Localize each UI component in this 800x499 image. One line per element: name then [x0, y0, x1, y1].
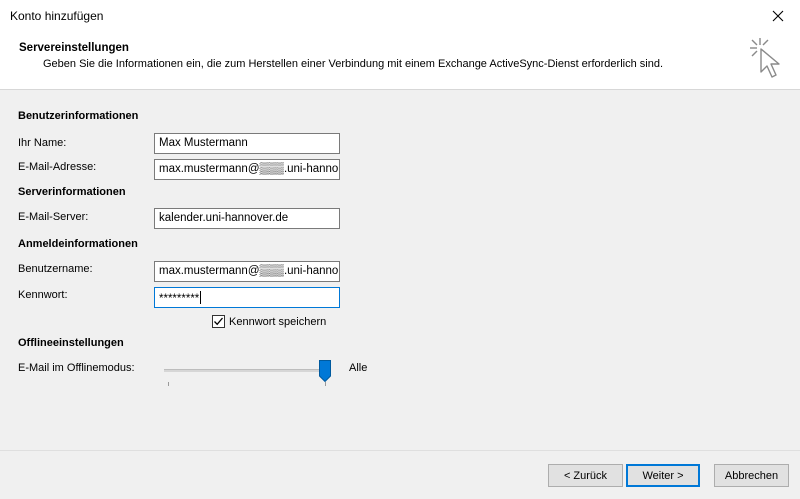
name-label: Ihr Name:	[18, 137, 67, 149]
section-login-info: Anmeldeinformationen	[18, 238, 138, 250]
server-field[interactable]: kalender.uni-hannover.de	[154, 208, 340, 229]
window-title: Konto hinzufügen	[10, 9, 104, 23]
section-user-info: Benutzerinformationen	[18, 110, 139, 122]
remember-password-option[interactable]: Kennwort speichern	[212, 315, 326, 328]
slider-tick-max	[325, 382, 326, 386]
username-label: Benutzername:	[18, 263, 93, 275]
server-label: E-Mail-Server:	[18, 211, 89, 223]
text-caret	[200, 291, 202, 304]
section-offline: Offlineeinstellungen	[18, 337, 124, 349]
title-bar: Konto hinzufügen	[0, 0, 800, 32]
password-value: *********	[159, 293, 200, 305]
close-button[interactable]	[766, 4, 790, 28]
email-label: E-Mail-Adresse:	[18, 161, 97, 173]
close-icon	[772, 10, 784, 22]
offline-mode-label: E-Mail im Offlinemodus:	[18, 362, 135, 374]
remember-password-checkbox[interactable]	[212, 315, 225, 328]
cancel-button[interactable]: Abbrechen	[714, 464, 789, 487]
wizard-header: Servereinstellungen Geben Sie die Inform…	[0, 32, 800, 89]
section-server-info: Serverinformationen	[18, 186, 126, 198]
email-field[interactable]: max.mustermann@▒▒▒.uni-hanno	[154, 159, 340, 180]
back-button[interactable]: < Zurück	[548, 464, 623, 487]
page-title: Servereinstellungen	[19, 42, 129, 54]
settings-panel	[0, 90, 800, 450]
next-button[interactable]: Weiter >	[626, 464, 700, 487]
wizard-cursor-icon	[750, 38, 780, 78]
offline-slider-value: Alle	[349, 362, 368, 374]
slider-tick-min	[168, 382, 169, 386]
name-field[interactable]: Max Mustermann	[154, 133, 340, 154]
password-label: Kennwort:	[18, 289, 68, 301]
password-field[interactable]: *********	[154, 287, 340, 308]
checkmark-icon	[214, 317, 223, 326]
offline-slider-track[interactable]	[164, 369, 324, 372]
offline-slider-thumb[interactable]	[319, 360, 331, 382]
remember-password-label: Kennwort speichern	[229, 315, 327, 328]
page-description: Geben Sie die Informationen ein, die zum…	[43, 58, 663, 70]
username-field[interactable]: max.mustermann@▒▒▒.uni-hanno	[154, 261, 340, 282]
